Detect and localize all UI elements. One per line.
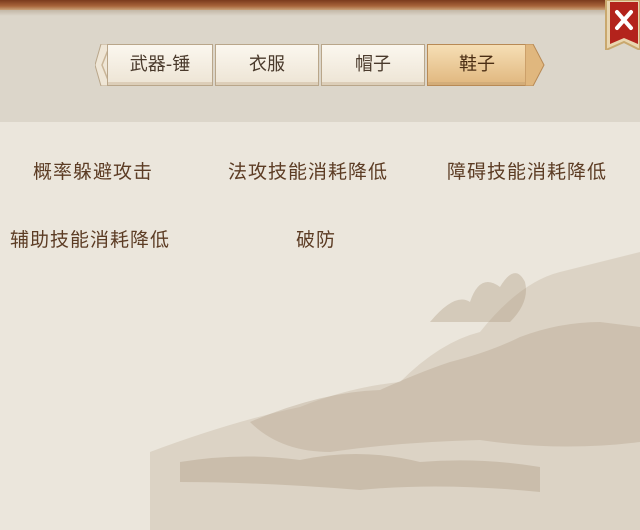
tab-right-arrow-icon — [525, 44, 545, 86]
tab-clothes[interactable]: 衣服 — [215, 44, 319, 86]
stat-control-skill-cost-reduction: 障碍技能消耗降低 — [447, 161, 608, 183]
equipment-tab-bar: 武器-锤 衣服 帽子 鞋子 — [95, 44, 545, 88]
stat-dodge-chance: 概率躲避攻击 — [33, 161, 154, 183]
panel-top-rim — [0, 0, 640, 10]
stat-support-skill-cost-reduction: 辅助技能消耗降低 — [10, 229, 171, 251]
tab-weapon-hammer[interactable]: 武器-锤 — [107, 44, 213, 86]
tab-hat[interactable]: 帽子 — [321, 44, 425, 86]
panel-top-shadow — [0, 10, 640, 16]
tab-shoes[interactable]: 鞋子 — [427, 44, 527, 86]
stat-magic-skill-cost-reduction: 法攻技能消耗降低 — [228, 161, 389, 183]
close-icon[interactable] — [604, 0, 640, 50]
stat-armor-break: 破防 — [296, 229, 337, 251]
